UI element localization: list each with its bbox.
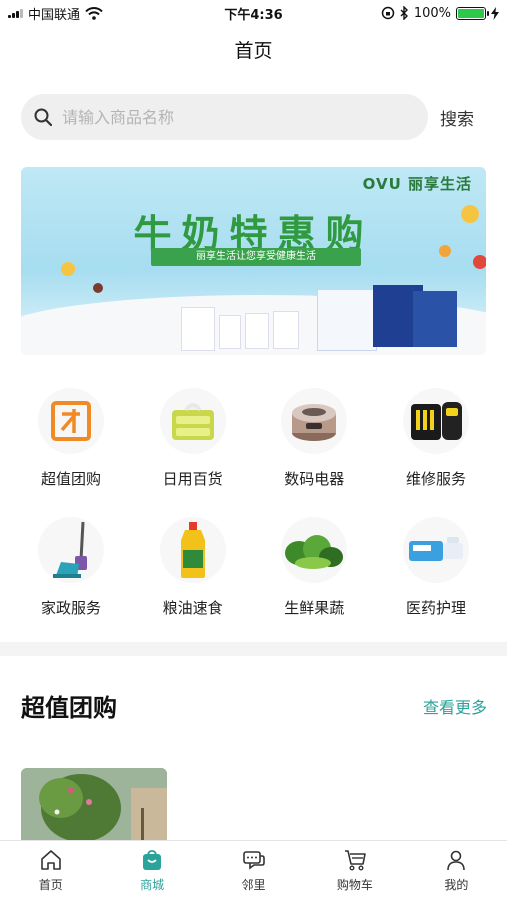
user-icon <box>447 850 466 871</box>
charging-icon <box>491 6 499 20</box>
tab-mall[interactable]: 商城 <box>101 841 202 900</box>
status-bar: 中国联通 下午4:36 100% <box>0 0 507 26</box>
search-icon <box>34 108 53 127</box>
milk-carton-image <box>245 313 269 349</box>
category-label: 医药护理 <box>405 599 466 617</box>
milk-carton-image <box>181 307 215 351</box>
view-more-link[interactable]: 查看更多 <box>423 694 487 718</box>
mop-icon <box>38 517 104 583</box>
fruit-decoration <box>93 283 103 293</box>
category-daily-goods[interactable]: 日用百货 <box>134 388 252 489</box>
repair-tools-icon <box>402 388 469 454</box>
cart-icon <box>344 850 366 871</box>
daily-goods-icon <box>159 388 226 454</box>
fruit-decoration <box>439 245 451 257</box>
carrier-label: 中国联通 <box>28 7 81 23</box>
category-label: 维修服务 <box>405 470 466 488</box>
rice-cooker-icon <box>281 388 348 454</box>
tab-label: 首页 <box>38 878 63 892</box>
chat-icon <box>242 851 265 870</box>
battery-icon <box>456 6 489 20</box>
category-row: 家政服务 粮油速食 生鲜果蔬 医药护理 <box>0 517 507 618</box>
milk-box-image <box>317 289 377 351</box>
category-repair[interactable]: 维修服务 <box>377 388 495 489</box>
fruit-decoration <box>61 262 75 276</box>
tab-label: 商城 <box>140 878 165 892</box>
shopping-bag-icon <box>143 850 162 870</box>
promo-banner[interactable]: OVU 丽享生活 牛奶特惠购 丽享生活让您享受健康生活 <box>21 167 486 355</box>
category-housekeeping[interactable]: 家政服务 <box>12 517 130 618</box>
tab-label: 购物车 <box>336 878 373 892</box>
banner-brand: OVU 丽享生活 <box>362 175 472 193</box>
category-group-buy[interactable]: 超值团购 <box>12 388 130 489</box>
garden-photo <box>21 768 167 844</box>
lock-rotation-icon <box>381 6 395 20</box>
category-label: 生鲜果蔬 <box>284 599 345 617</box>
home-icon <box>40 850 61 870</box>
tab-home[interactable]: 首页 <box>0 841 101 900</box>
medicine-icon <box>402 517 469 583</box>
category-electronics[interactable]: 数码电器 <box>255 388 373 489</box>
category-label: 数码电器 <box>284 470 345 488</box>
vegetables-icon <box>281 517 348 583</box>
category-grid: 超值团购 日用百货 数码电器 维修服务 家政服务 粮油速食 生鲜果蔬 医药护理 <box>0 388 507 618</box>
battery-percent: 100% <box>413 5 451 21</box>
group-buy-icon <box>38 388 104 454</box>
category-label: 超值团购 <box>40 470 101 488</box>
milk-carton-image <box>219 315 241 349</box>
category-medicine[interactable]: 医药护理 <box>377 517 495 618</box>
status-right: 100% <box>381 6 499 21</box>
category-label: 日用百货 <box>162 470 223 488</box>
search-button[interactable]: 搜索 <box>440 105 474 130</box>
search-box[interactable] <box>21 94 428 140</box>
category-fresh-produce[interactable]: 生鲜果蔬 <box>255 517 373 618</box>
tab-neighbors[interactable]: 邻里 <box>203 841 304 900</box>
cooking-oil-icon <box>159 517 226 583</box>
category-label: 粮油速食 <box>162 599 223 617</box>
page-title: 首页 <box>234 40 273 62</box>
milk-carton-image <box>273 311 299 349</box>
signal-icon <box>8 8 23 18</box>
wifi-icon <box>85 6 103 20</box>
section-divider <box>0 642 507 656</box>
search-row: 搜索 <box>21 94 487 140</box>
banner-subtitle: 丽享生活让您享受健康生活 <box>151 248 361 266</box>
milk-box-image <box>413 291 457 347</box>
tab-cart[interactable]: 购物车 <box>304 841 405 900</box>
bluetooth-icon <box>400 6 408 20</box>
tab-bar: 首页 商城 邻里 购物车 我的 <box>0 840 507 900</box>
category-row: 超值团购 日用百货 数码电器 维修服务 <box>0 388 507 489</box>
category-grain-oil[interactable]: 粮油速食 <box>134 517 252 618</box>
tab-label: 邻里 <box>241 878 266 892</box>
status-left: 中国联通 <box>8 4 103 23</box>
category-label: 家政服务 <box>40 599 101 617</box>
tab-label: 我的 <box>444 878 469 892</box>
fruit-decoration <box>473 255 486 269</box>
section-title: 超值团购 <box>21 694 117 722</box>
tab-profile[interactable]: 我的 <box>406 841 507 900</box>
fruit-decoration <box>461 205 479 223</box>
group-buy-product-image[interactable] <box>21 768 167 844</box>
search-input[interactable] <box>62 107 392 127</box>
